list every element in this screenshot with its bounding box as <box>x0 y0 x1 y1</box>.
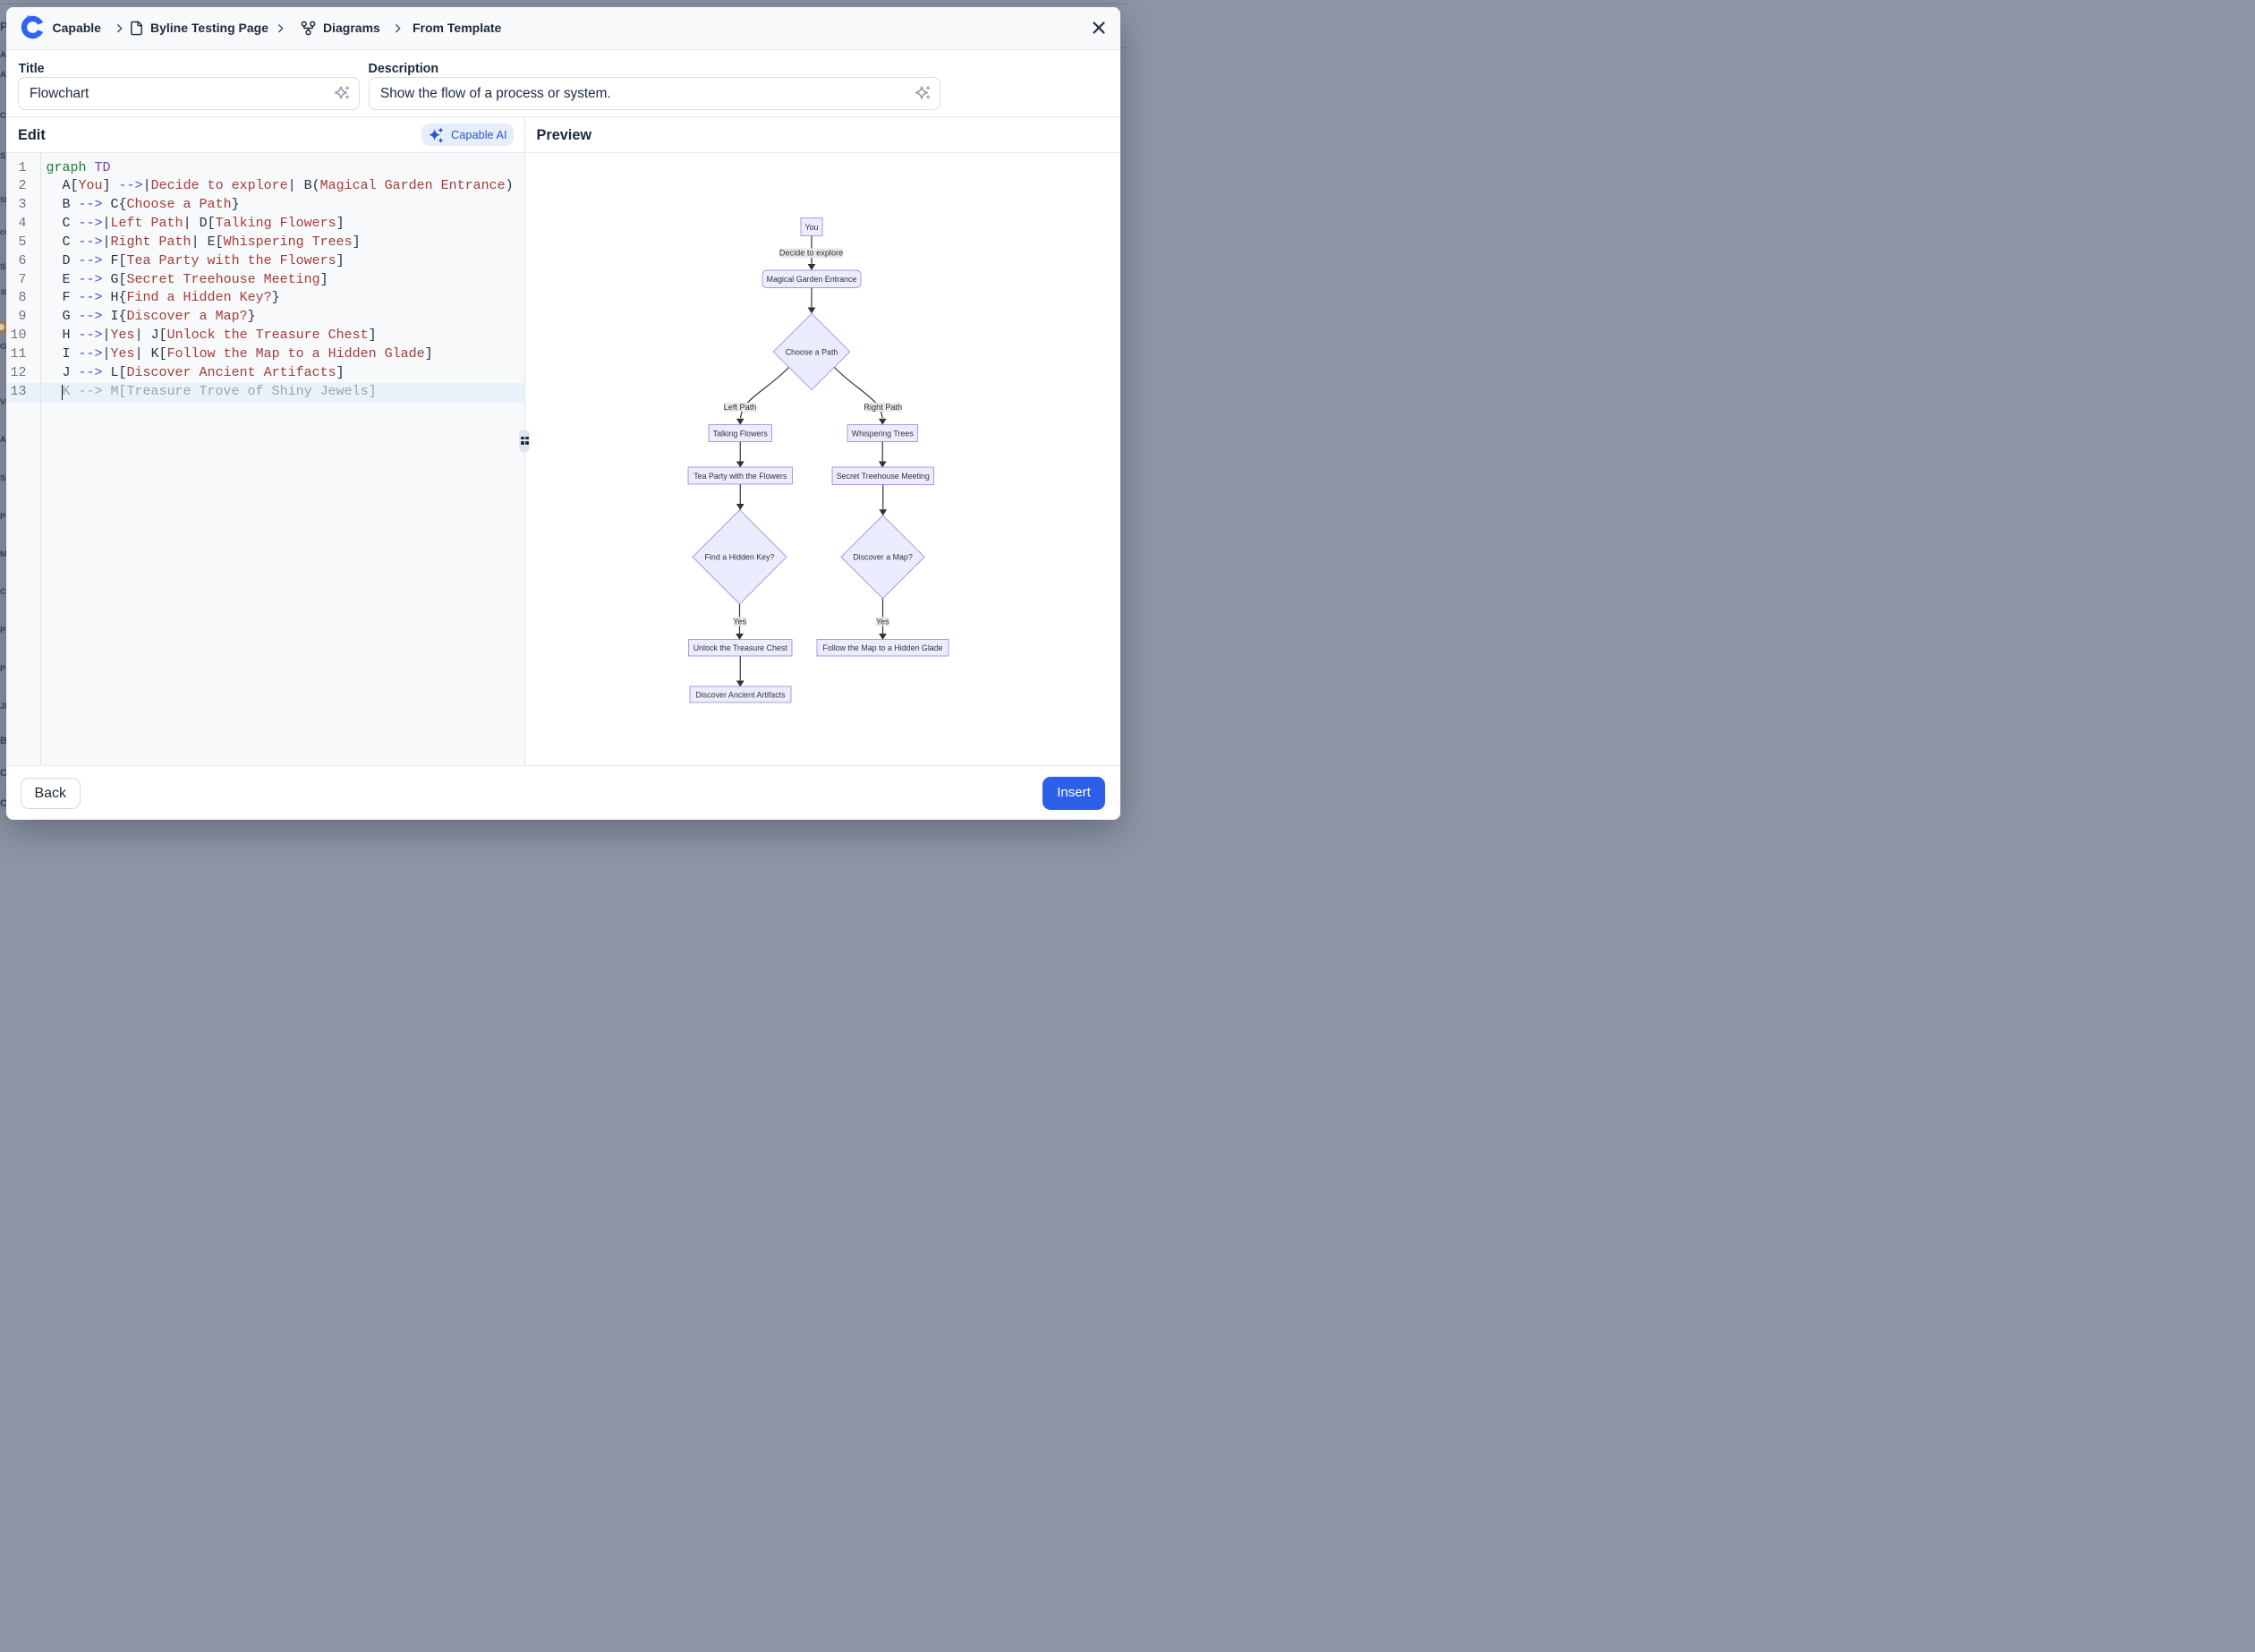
svg-text:Whispering Trees: Whispering Trees <box>852 429 915 438</box>
svg-text:Discover a Map?: Discover a Map? <box>853 553 913 562</box>
svg-text:Yes: Yes <box>733 617 746 626</box>
svg-text:Decide to explore: Decide to explore <box>779 249 844 258</box>
svg-text:Tea Party with the Flowers: Tea Party with the Flowers <box>694 472 787 481</box>
svg-text:Discover Ancient Artifacts: Discover Ancient Artifacts <box>695 690 786 699</box>
svg-text:Right Path: Right Path <box>864 403 902 412</box>
svg-text:Unlock the Treasure Chest: Unlock the Treasure Chest <box>694 643 788 652</box>
svg-text:Left Path: Left Path <box>724 403 757 412</box>
svg-text:Find a Hidden Key?: Find a Hidden Key? <box>705 553 775 562</box>
svg-text:You: You <box>805 223 819 232</box>
svg-text:Yes: Yes <box>876 617 889 626</box>
svg-text:Follow the Map to a Hidden Gla: Follow the Map to a Hidden Glade <box>822 643 942 652</box>
svg-text:Choose a Path: Choose a Path <box>786 347 838 356</box>
svg-text:Talking Flowers: Talking Flowers <box>713 429 769 438</box>
svg-text:Secret Treehouse Meeting: Secret Treehouse Meeting <box>837 472 930 481</box>
svg-text:Magical Garden Entrance: Magical Garden Entrance <box>767 275 857 284</box>
